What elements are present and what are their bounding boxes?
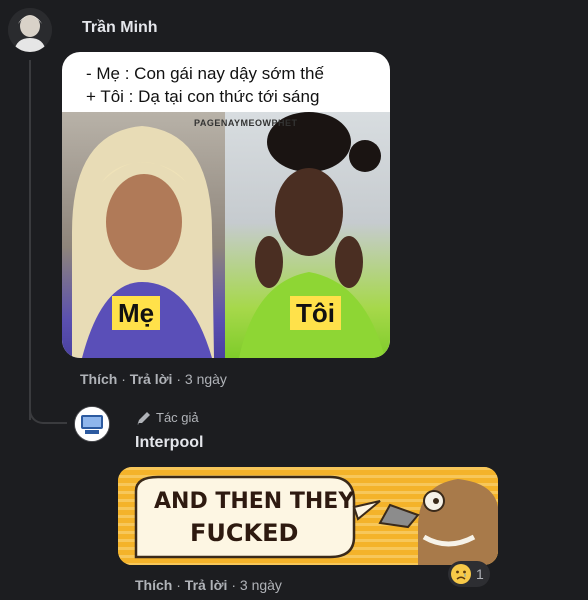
- avatar[interactable]: [8, 8, 52, 52]
- thread-connector: [29, 400, 67, 424]
- comic-text-line-2: FUCKED: [190, 519, 299, 547]
- reply-meme-image[interactable]: AND THEN THEY FUCKED: [118, 467, 498, 565]
- author-badge-label: Tác giả: [156, 410, 199, 425]
- like-button[interactable]: Thích: [135, 577, 172, 593]
- author-badge: Tác giả: [136, 410, 199, 425]
- meme-watermark: PAGENAYMEOWPHET: [194, 118, 298, 128]
- separator: ·: [176, 371, 185, 387]
- reaction-count: 1: [476, 566, 484, 582]
- meme-caption-line: + Tôi : Dạ tại con thức tới sáng: [86, 87, 320, 106]
- like-button[interactable]: Thích: [80, 371, 117, 387]
- separator: ·: [231, 577, 240, 593]
- meme-label-me: Tôi: [290, 296, 341, 330]
- thread-line: [29, 60, 31, 420]
- meme-caption: - Mẹ : Con gái nay dậy sớm thế + Tôi : D…: [86, 62, 324, 108]
- meme-caption-line: - Mẹ : Con gái nay dậy sớm thế: [86, 64, 324, 83]
- comment-author-name[interactable]: Trần Minh: [82, 19, 158, 37]
- comic-text-line-1: AND THEN THEY: [154, 489, 355, 514]
- reply-button[interactable]: Trả lời: [185, 577, 228, 593]
- comment-actions: Thích · Trả lời · 3 ngày: [80, 371, 227, 387]
- timestamp[interactable]: 3 ngày: [240, 577, 282, 593]
- comment-meme-image[interactable]: - Mẹ : Con gái nay dậy sớm thế + Tôi : D…: [62, 52, 390, 358]
- comic-panel-illustration: [118, 467, 498, 565]
- page-logo-icon: [75, 407, 109, 441]
- reply-author-name[interactable]: Interpool: [135, 434, 203, 452]
- separator: ·: [121, 371, 130, 387]
- separator: ·: [176, 577, 185, 593]
- meme-label-mom: Mẹ: [112, 296, 161, 330]
- pen-icon: [137, 411, 150, 424]
- reaction-count-badge[interactable]: 1: [448, 561, 490, 587]
- timestamp[interactable]: 3 ngày: [185, 371, 227, 387]
- user-avatar-icon: [8, 8, 52, 52]
- sad-face-icon: [451, 564, 471, 584]
- reply-actions: Thích · Trả lời · 3 ngày: [135, 577, 282, 593]
- avatar[interactable]: [74, 406, 110, 442]
- reply-button[interactable]: Trả lời: [130, 371, 173, 387]
